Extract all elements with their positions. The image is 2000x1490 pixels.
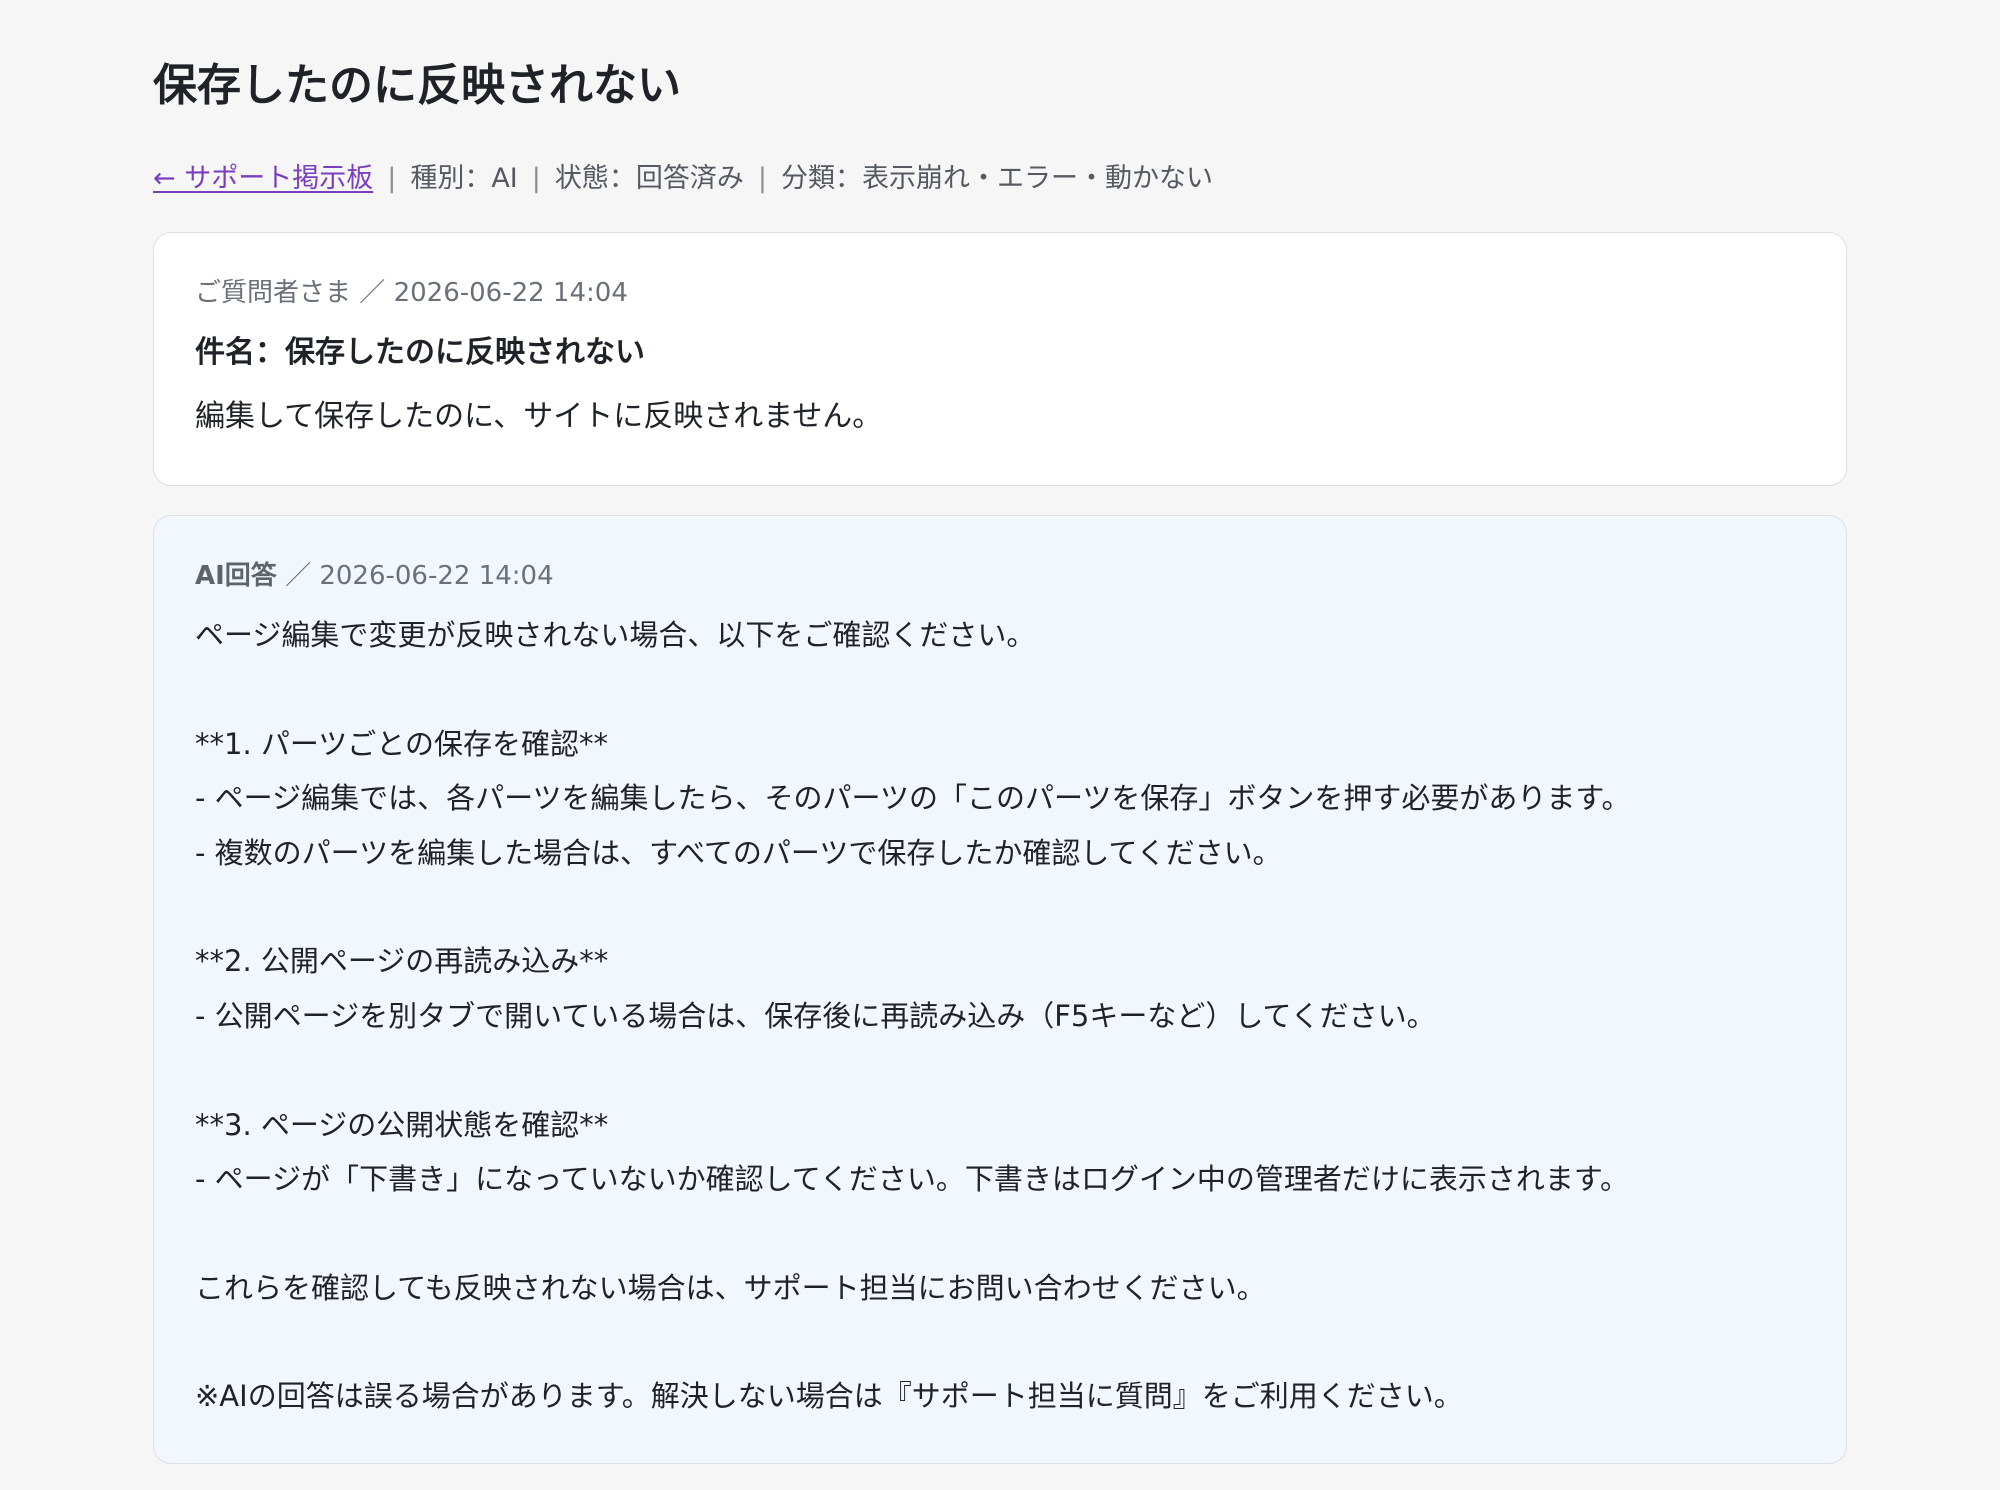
question-meta: ご質問者さま ／ 2026-06-22 14:04	[195, 275, 1805, 311]
question-datetime: 2026-06-22 14:04	[393, 278, 628, 308]
type-label: 種別：AI	[410, 163, 518, 194]
meta-separator: |	[757, 163, 767, 194]
answer-datetime: 2026-06-22 14:04	[319, 561, 554, 591]
answer-line	[195, 880, 1805, 934]
answer-line	[195, 662, 1805, 716]
question-card: ご質問者さま ／ 2026-06-22 14:04 件名：保存したのに反映されな…	[153, 232, 1847, 486]
question-author: ご質問者さま	[195, 278, 352, 308]
question-body: 編集して保存したのに、サイトに反映されません。	[195, 399, 883, 434]
answer-meta: AI回答 ／ 2026-06-22 14:04	[195, 558, 1805, 594]
answer-line	[195, 1206, 1805, 1260]
answer-line: - ページが「下書き」になっていないか確認してください。下書きはログイン中の管理…	[195, 1161, 1630, 1196]
answer-line: - ページ編集では、各パーツを編集したら、そのパーツの「このパーツを保存」ボタン…	[195, 781, 1631, 816]
answer-line: これらを確認しても反映されない場合は、サポート担当にお問い合わせください。	[195, 1270, 1266, 1305]
category-label: 分類：表示崩れ・エラー・動かない	[780, 163, 1213, 194]
answer-line: **1. パーツごとの保存を確認**	[195, 726, 609, 761]
status-label: 状態：回答済み	[554, 163, 744, 194]
answer-line: ※AIの回答は誤る場合があります。解決しない場合は『サポート担当に質問』をご利用…	[195, 1379, 1463, 1414]
answer-line	[195, 1043, 1805, 1097]
answer-author: AI回答	[195, 561, 277, 591]
page-title: 保存したのに反映されない	[153, 60, 681, 111]
meta-separator: |	[387, 163, 397, 194]
answer-card: AI回答 ／ 2026-06-22 14:04 ページ編集で変更が反映されない場…	[153, 515, 1847, 1464]
answer-line: - 公開ページを別タブで開いている場合は、保存後に再読み込み（F5キーなど）して…	[195, 998, 1436, 1033]
answer-line: **2. 公開ページの再読み込み**	[195, 944, 609, 979]
meta-separator: |	[531, 163, 541, 194]
meta-slash: ／	[359, 278, 386, 308]
answer-line	[195, 1315, 1805, 1369]
back-to-board-link[interactable]: ← サポート掲示板	[153, 163, 373, 194]
answer-line: - 複数のパーツを編集した場合は、すべてのパーツで保存したか確認してください。	[195, 835, 1282, 870]
answer-line: ページ編集で変更が反映されない場合、以下をご確認ください。	[195, 618, 1036, 652]
answer-line: **3. ページの公開状態を確認**	[195, 1107, 609, 1142]
answer-body: ページ編集で変更が反映されない場合、以下をご確認ください。 **1. パーツごと…	[195, 608, 1805, 1424]
thread-meta-bar: ← サポート掲示板 | 種別：AI | 状態：回答済み | 分類：表示崩れ・エラー・動かない	[153, 160, 1213, 198]
question-subject: 件名：保存したのに反映されない	[195, 335, 645, 370]
meta-slash: ／	[285, 561, 312, 591]
